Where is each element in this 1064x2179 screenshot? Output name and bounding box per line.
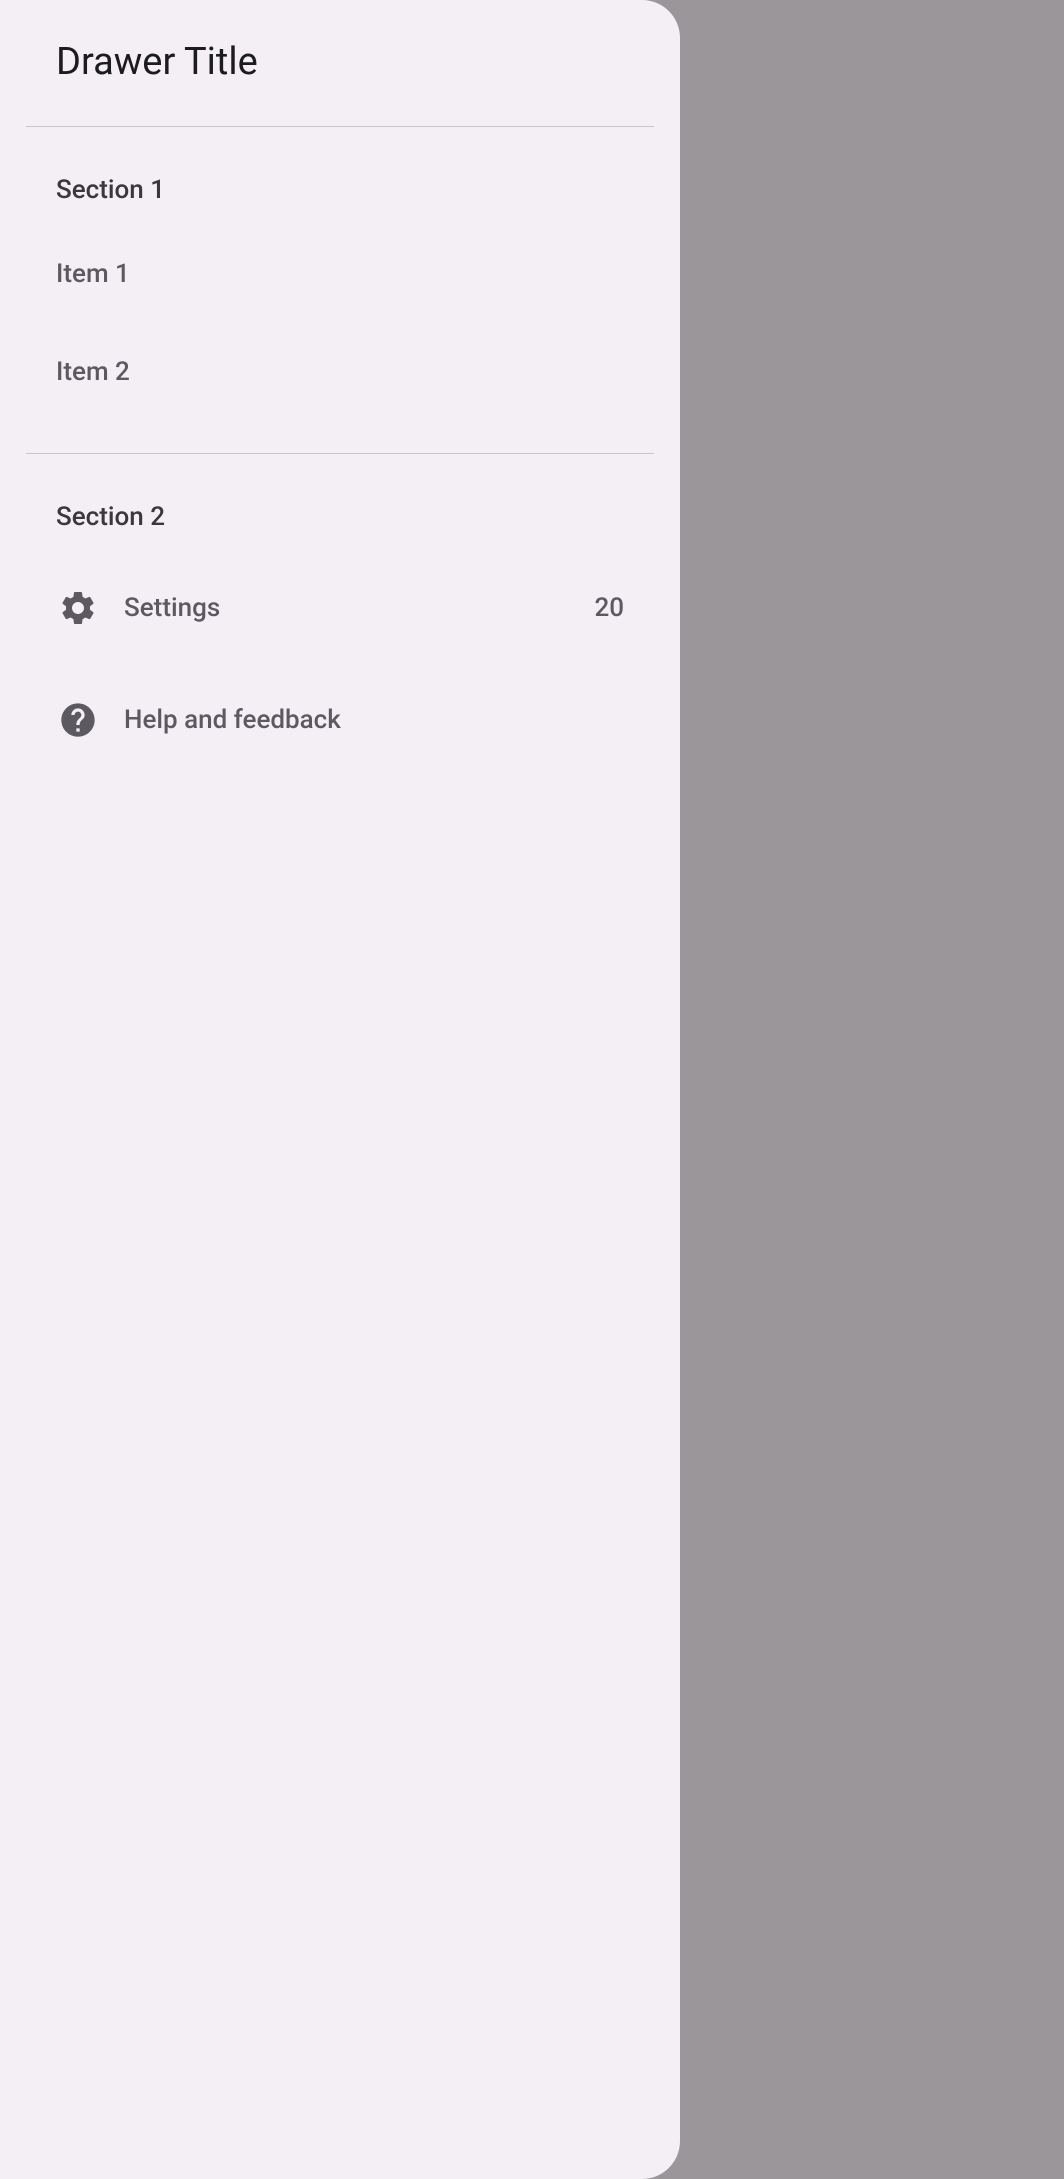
drawer-item-2[interactable]: Item 2 xyxy=(0,323,680,421)
gear-icon xyxy=(56,586,100,630)
drawer-item-1[interactable]: Item 1 xyxy=(0,225,680,323)
drawer-item-settings[interactable]: Settings 20 xyxy=(0,552,680,664)
drawer-item-badge: 20 xyxy=(594,593,624,623)
spacer xyxy=(0,421,680,453)
navigation-drawer: Drawer Title Section 1 Item 1 Item 2 Sec… xyxy=(0,0,680,2179)
drawer-title: Drawer Title xyxy=(0,40,680,126)
drawer-item-label: Settings xyxy=(124,593,594,623)
help-icon xyxy=(56,698,100,742)
drawer-item-label: Item 1 xyxy=(56,259,624,289)
section-header-1: Section 1 xyxy=(0,127,680,225)
drawer-item-label: Item 2 xyxy=(56,357,624,387)
drawer-item-help[interactable]: Help and feedback xyxy=(0,664,680,776)
section-header-2: Section 2 xyxy=(0,454,680,552)
drawer-item-label: Help and feedback xyxy=(124,705,624,735)
